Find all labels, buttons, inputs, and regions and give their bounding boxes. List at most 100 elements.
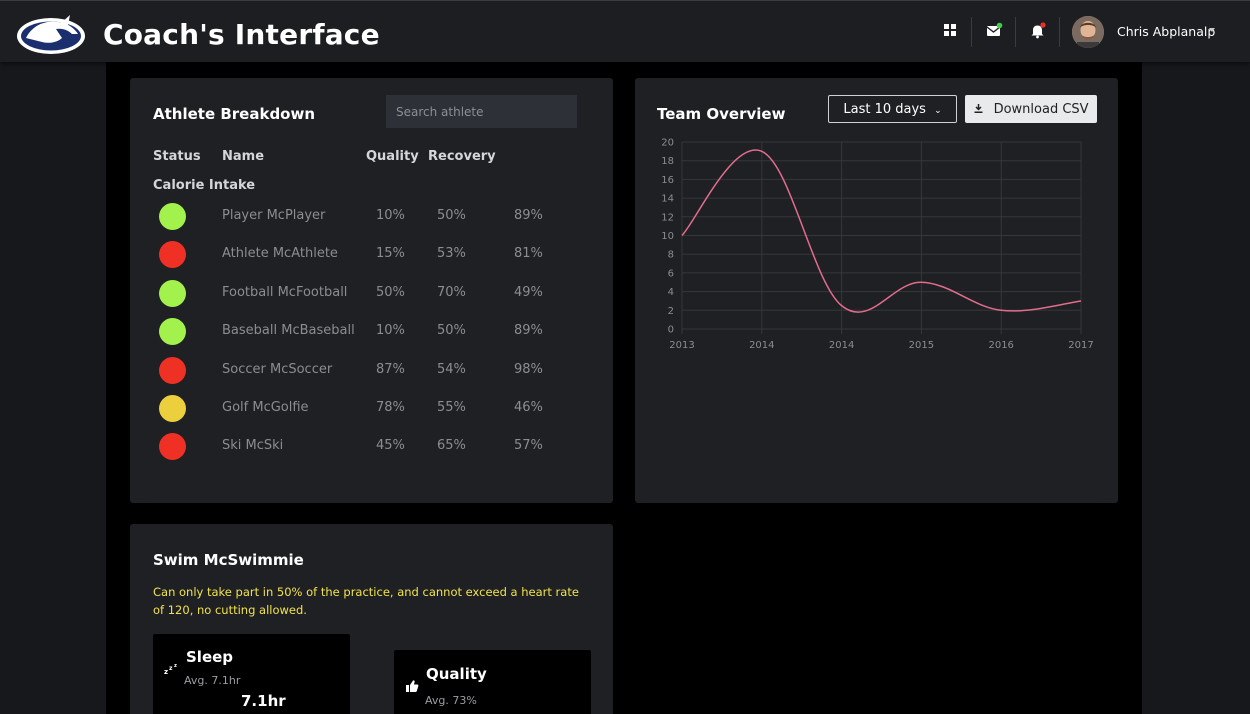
download-icon [974, 103, 983, 113]
y-tick-label: 0 [668, 325, 674, 336]
calorie-intake-value: 89% [514, 323, 543, 339]
x-tick-label: 2014 [829, 340, 854, 351]
team-overview-line-chart: 0 2 4 6 8 10 12 14 16 18 20 2013 2014 2014 2015 2016 201… [661, 138, 1093, 352]
recovery-value: 50% [437, 323, 466, 339]
column-header-name: Name [222, 149, 265, 164]
svg-text:z: z [164, 668, 168, 676]
main-content: Athlete Breakdown Status Name Quality Re… [106, 62, 1142, 714]
user-avatar-icon [1072, 16, 1104, 48]
user-name[interactable]: Chris Abplanalp [1117, 24, 1215, 39]
column-header-calorie-intake: Calorie Intake [153, 178, 256, 193]
download-csv-label: Download CSV [993, 101, 1089, 117]
athlete-breakdown-title: Athlete Breakdown [153, 105, 316, 123]
y-tick-label: 8 [668, 250, 674, 261]
y-tick-label: 14 [661, 194, 674, 205]
mail-icon[interactable] [985, 21, 1003, 39]
athlete-detail-card: Swim McSwimmie Can only take part in 50%… [130, 524, 613, 714]
recovery-value: 50% [437, 208, 466, 223]
athlete-name: Golf McGolfie [222, 400, 309, 415]
x-tick-label: 2014 [749, 340, 774, 351]
status-indicator [159, 318, 186, 346]
quality-value: 78% [376, 400, 405, 415]
quality-value: 15% [376, 246, 405, 262]
thumbs-up-icon [406, 680, 419, 692]
header-divider [1059, 17, 1060, 47]
calorie-intake-value: 81% [514, 246, 543, 262]
recovery-value: 54% [437, 361, 466, 377]
athlete-name: Football McFootball [222, 284, 348, 300]
sleep-metric-title: Sleep [186, 648, 234, 666]
recovery-value: 53% [437, 246, 466, 262]
table-row[interactable]: Player McPlayer 10% 50% 89% [130, 197, 613, 235]
athlete-detail-name: Swim McSwimmie [153, 551, 304, 569]
column-header-quality: Quality [366, 149, 419, 164]
y-tick-label: 18 [661, 156, 674, 167]
status-indicator [159, 241, 186, 269]
header-divider [971, 17, 972, 47]
calorie-intake-value: 49% [514, 284, 543, 300]
svg-text:z: z [169, 665, 173, 672]
header-divider [1015, 17, 1016, 47]
team-overview-card: Team Overview Last 10 days ⌄ Download CS… [635, 78, 1118, 503]
quality-metric-avg: Avg. 73% [425, 694, 477, 707]
athlete-name: Baseball McBaseball [222, 323, 355, 339]
table-row[interactable]: Football McFootball 50% 70% 49% [130, 274, 613, 312]
status-indicator [159, 356, 186, 384]
recovery-value: 55% [437, 400, 466, 415]
status-indicator [159, 203, 186, 230]
recovery-value: 65% [437, 438, 466, 454]
team-overview-title: Team Overview [657, 105, 786, 123]
y-tick-label: 12 [661, 212, 674, 223]
date-range-label: Last 10 days [843, 101, 926, 117]
status-indicator [159, 279, 186, 307]
athlete-breakdown-card: Athlete Breakdown Status Name Quality Re… [130, 78, 613, 503]
x-tick-label: 2017 [1068, 340, 1093, 351]
search-athlete-input[interactable] [386, 95, 577, 128]
athlete-name: Soccer McSoccer [222, 361, 333, 377]
quality-value: 87% [376, 361, 405, 377]
athlete-restriction-note: Can only take part in 50% of the practic… [153, 585, 579, 617]
y-tick-label: 10 [661, 231, 674, 242]
chevron-down-icon: ⌄ [934, 105, 942, 116]
sleep-metric-value: 7.1hr [241, 692, 286, 710]
athlete-name: Athlete McAthlete [222, 246, 338, 262]
column-header-recovery: Recovery [428, 149, 496, 164]
series-line [681, 149, 1082, 313]
quality-metric-card: Quality Avg. 73% [394, 650, 591, 714]
athlete-name: Ski McSki [222, 438, 284, 454]
download-csv-button[interactable]: Download CSV [965, 95, 1097, 123]
avatar[interactable] [1072, 16, 1104, 48]
sleep-metric-card: z z z Sleep Avg. 7.1hr 7.1hr [153, 634, 350, 714]
logo-icon[interactable] [14, 12, 88, 58]
y-tick-label: 20 [661, 138, 674, 149]
quality-value: 50% [376, 284, 405, 300]
quality-value: 10% [376, 208, 405, 223]
table-row[interactable]: Baseball McBaseball 10% 50% 89% [130, 312, 613, 350]
quality-value: 45% [376, 438, 405, 454]
x-tick-label: 2013 [669, 340, 694, 351]
column-header-status: Status [153, 149, 201, 164]
y-tick-label: 16 [661, 175, 674, 186]
x-tick-label: 2016 [988, 340, 1013, 351]
calorie-intake-value: 57% [514, 438, 543, 454]
y-tick-label: 4 [668, 287, 674, 298]
y-tick-label: 2 [668, 306, 674, 317]
quality-value: 10% [376, 323, 405, 339]
svg-text:z: z [174, 663, 177, 669]
sleep-icon: z z z [164, 663, 177, 676]
table-row[interactable]: Athlete McAthlete 15% 53% 81% [130, 235, 613, 273]
bell-icon[interactable] [1029, 21, 1047, 39]
app-title: Coach's Interface [103, 18, 380, 51]
table-row[interactable]: Golf McGolfie 78% 55% 46% [130, 389, 613, 427]
table-row[interactable]: Ski McSki 45% 65% 57% [130, 427, 613, 465]
chevron-down-icon[interactable] [1209, 28, 1215, 32]
grid-icon[interactable] [941, 21, 959, 39]
recovery-value: 70% [437, 284, 466, 300]
date-range-dropdown[interactable]: Last 10 days ⌄ [828, 95, 957, 123]
table-row[interactable]: Soccer McSoccer 87% 54% 98% [130, 351, 613, 389]
quality-metric-title: Quality [426, 665, 487, 683]
x-tick-label: 2015 [909, 340, 934, 351]
status-indicator [159, 433, 186, 461]
athlete-name: Player McPlayer [222, 208, 326, 223]
top-navbar: Coach's Interface Chris Abplanalp [0, 0, 1250, 62]
